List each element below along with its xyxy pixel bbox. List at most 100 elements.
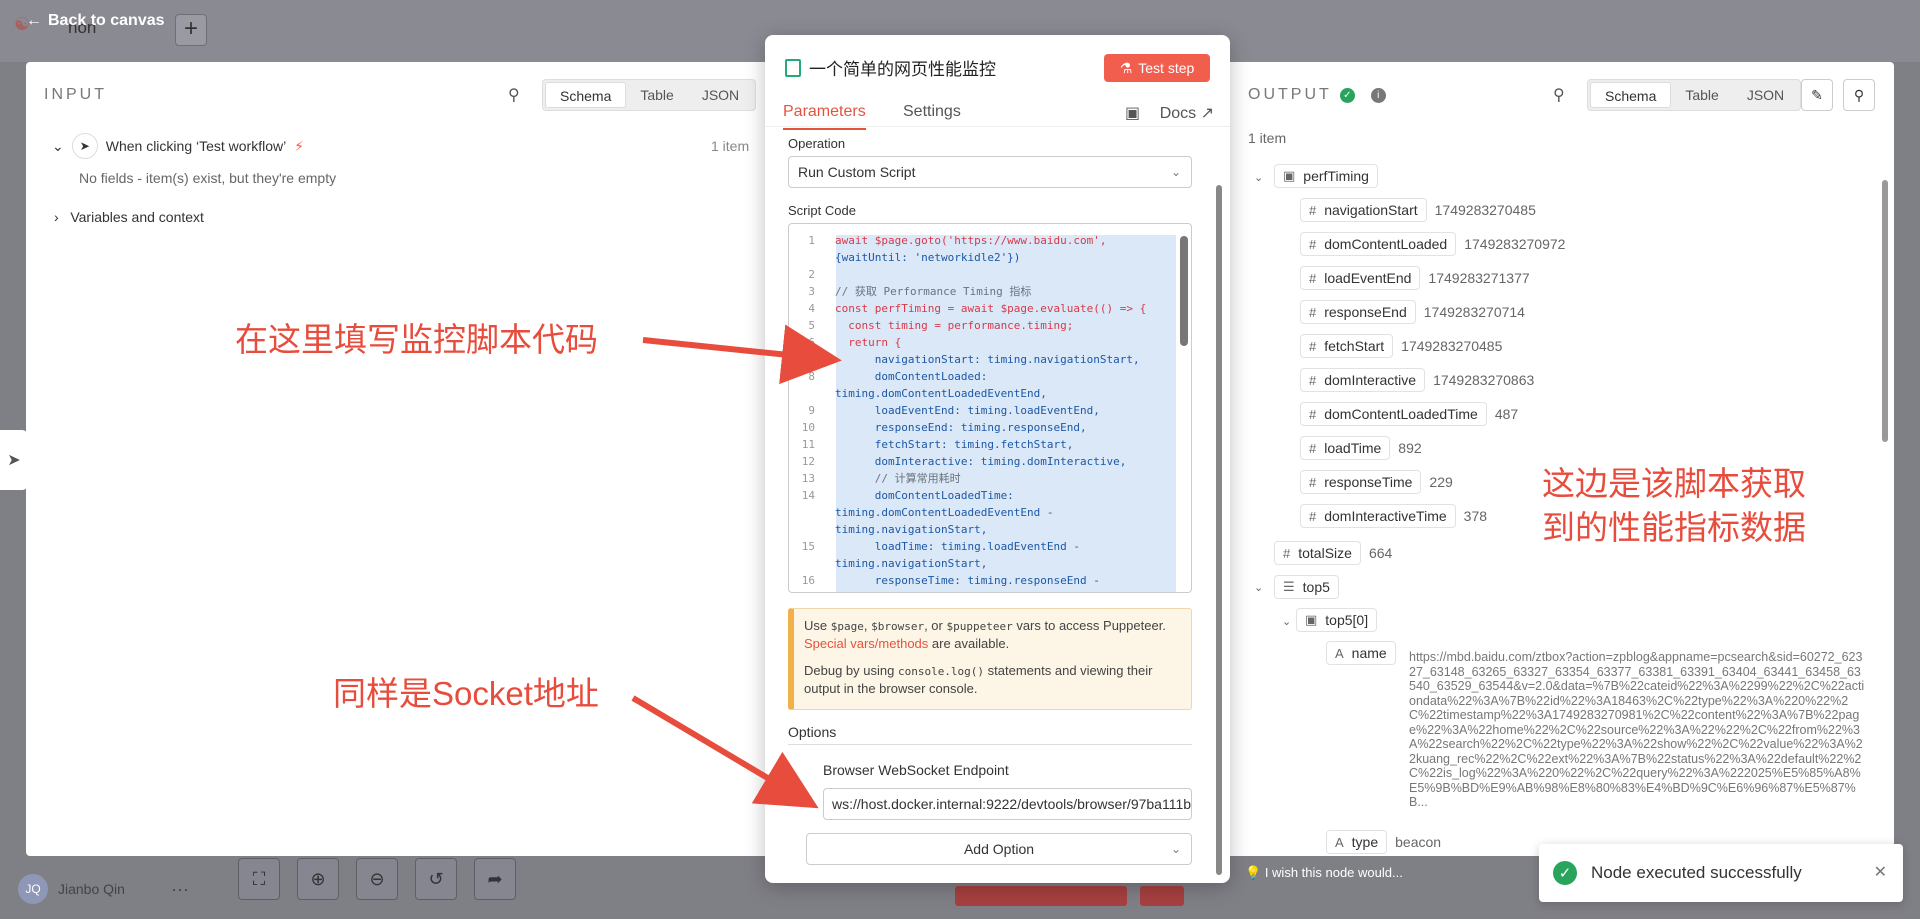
tab-settings[interactable]: Settings [903,103,961,121]
perf-field-key: # fetchStart [1300,334,1394,358]
fit-view-icon[interactable]: ⛶ [238,858,280,900]
search-icon[interactable]: ⚲ [508,85,520,105]
output-scrollbar[interactable] [1882,180,1888,442]
test-step-button[interactable]: ⚗ Test step [1104,54,1210,82]
input-view-table[interactable]: Table [626,82,687,108]
back-to-canvas-button[interactable]: ← Back to canvas [26,12,165,30]
output-view-switch[interactable]: Schema Table JSON [1587,79,1802,111]
line-number: 14 [801,489,815,502]
code-line: 7 navigationStart: timing.navigationStar… [789,351,1139,368]
output-title-row: OUTPUT ✓ i [1248,86,1386,104]
operation-select[interactable]: Run Custom Script ⌄ [788,156,1192,188]
chevron-down-icon[interactable]: ⌄ [1254,581,1263,594]
edit-icon[interactable]: ✎ [1801,79,1833,111]
options-label: Options [788,724,837,740]
code-line: 15 loadTime: timing.loadEventEnd - [789,538,1080,555]
number-icon: # [1309,474,1317,490]
code-text: timing.navigationStart, [835,523,988,536]
number-icon: # [1309,202,1317,218]
top5-key: ☰ top5 [1274,575,1339,599]
input-view-switch[interactable]: Schema Table JSON [542,79,757,111]
feedback-link[interactable]: 💡 I wish this node would... [1245,865,1403,881]
perf-field-row: # fetchStart 1749283270485 [1300,334,1502,358]
tidy-up-icon[interactable]: ➦ [474,858,516,900]
perf-field-value: 487 [1494,406,1519,422]
docs-link[interactable]: Docs ↗ [1160,103,1214,123]
line-number: 2 [808,268,815,281]
input-title: INPUT [44,86,107,103]
zoom-in-icon[interactable]: ⊕ [297,858,339,900]
chevron-down-icon[interactable]: ⌄ [52,138,64,155]
pin-icon[interactable]: ⚲ [1843,79,1875,111]
more-icon[interactable]: ··· [171,879,189,900]
info-icon[interactable]: i [1370,87,1386,103]
editor-scrollbar[interactable] [1180,236,1188,346]
perf-field-value: 1749283270485 [1401,338,1503,354]
code-line: 13 // 计算常用耗时 [789,470,961,487]
code-text: loadTime: timing.loadEventEnd - [835,540,1081,553]
user-menu[interactable]: JQ Jianbo Qin ··· [18,874,189,904]
code-line: 6 return { [789,334,901,351]
output-view-schema[interactable]: Schema [1590,82,1672,108]
variables-context-toggle[interactable]: › Variables and context [54,209,204,225]
ws-endpoint-input[interactable]: ws://host.docker.internal:9222/devtools/… [823,788,1192,820]
perf-field-value: 229 [1429,474,1453,490]
output-view-table[interactable]: Table [1671,82,1732,108]
modal-scrollbar[interactable] [1216,185,1222,875]
object-icon: ▣ [1283,168,1296,183]
execute-workflow-button[interactable] [955,886,1127,906]
number-icon: # [1309,440,1317,456]
code-line: 8 domContentLoaded: [789,368,987,385]
perf-field-label: domContentLoadedTime [1324,406,1478,422]
chevron-down-icon[interactable]: ⌄ [1282,615,1291,628]
code-line: timing.navigationStart, [789,555,987,572]
delete-button[interactable] [1140,886,1184,906]
input-view-json[interactable]: JSON [688,82,753,108]
puppeteer-node-icon [785,58,801,77]
node-title[interactable]: 一个简单的网页性能监控 [809,55,996,80]
special-vars-link[interactable]: Special vars/methods [804,636,928,651]
reset-zoom-icon[interactable]: ↺ [415,858,457,900]
name-value: https://mbd.baidu.com/ztbox?action=zpblo… [1409,650,1865,809]
perf-field-key: # domContentLoaded [1300,232,1457,256]
output-view-json[interactable]: JSON [1733,82,1798,108]
perf-field-label: loadEventEnd [1324,270,1412,286]
success-toast: ✓ Node executed successfully ✕ [1539,844,1903,902]
number-icon: # [1309,304,1317,320]
perftiming-key: ▣ perfTiming [1274,164,1378,188]
test-step-label: Test step [1138,60,1195,76]
name-key: Aname [1326,641,1396,665]
chevron-down-icon[interactable]: ⌄ [1254,171,1263,184]
code-text: timing.domContentLoadedEventEnd, [835,387,1047,400]
line-number: 7 [808,353,815,366]
add-node-button[interactable]: + [175,14,207,46]
no-fields-text: No fields - item(s) exist, but they're e… [79,170,337,186]
puppeteer-notice: Use $page, $browser, or $puppeteer vars … [788,608,1192,710]
zoom-out-icon[interactable]: ⊖ [356,858,398,900]
cursor-icon: ➤ [0,430,28,490]
perf-field-label: fetchStart [1324,338,1385,354]
line-number: 1 [808,234,815,247]
add-option-select[interactable]: Add Option ⌄ [806,833,1192,865]
perf-field-label: domContentLoaded [1324,236,1448,252]
close-icon[interactable]: ✕ [1874,862,1887,882]
perf-field-label: responseTime [1324,474,1413,490]
external-link-icon: ↗ [1200,105,1214,122]
notice-code: console.log() [897,665,985,678]
perf-field-value: 378 [1463,508,1488,524]
top5-0-node: ▣ top5[0] [1296,608,1378,632]
perf-field-value: 1749283271377 [1428,270,1530,286]
operation-label: Operation [788,136,846,151]
code-text: responseTime: timing.responseEnd - [835,574,1100,587]
top5-label: top5 [1302,579,1330,595]
tab-parameters[interactable]: Parameters [783,103,866,130]
toast-message: Node executed successfully [1591,863,1802,882]
script-code-editor[interactable]: 1 await $page.goto('https://www.baidu.com… [788,223,1192,593]
line-number: 15 [801,540,815,553]
code-line: 3 // 获取 Performance Timing 指标 [789,283,1031,300]
node-tabs: Parameters Settings ▣ Docs ↗ [765,95,1230,130]
trigger-node-row[interactable]: ⌄ ➤ When clicking ‘Test workflow’ ⚡ [52,133,752,159]
input-view-schema[interactable]: Schema [545,82,627,108]
perf-field-key: # domInteractiveTime [1300,504,1456,528]
search-icon[interactable]: ⚲ [1553,85,1565,105]
